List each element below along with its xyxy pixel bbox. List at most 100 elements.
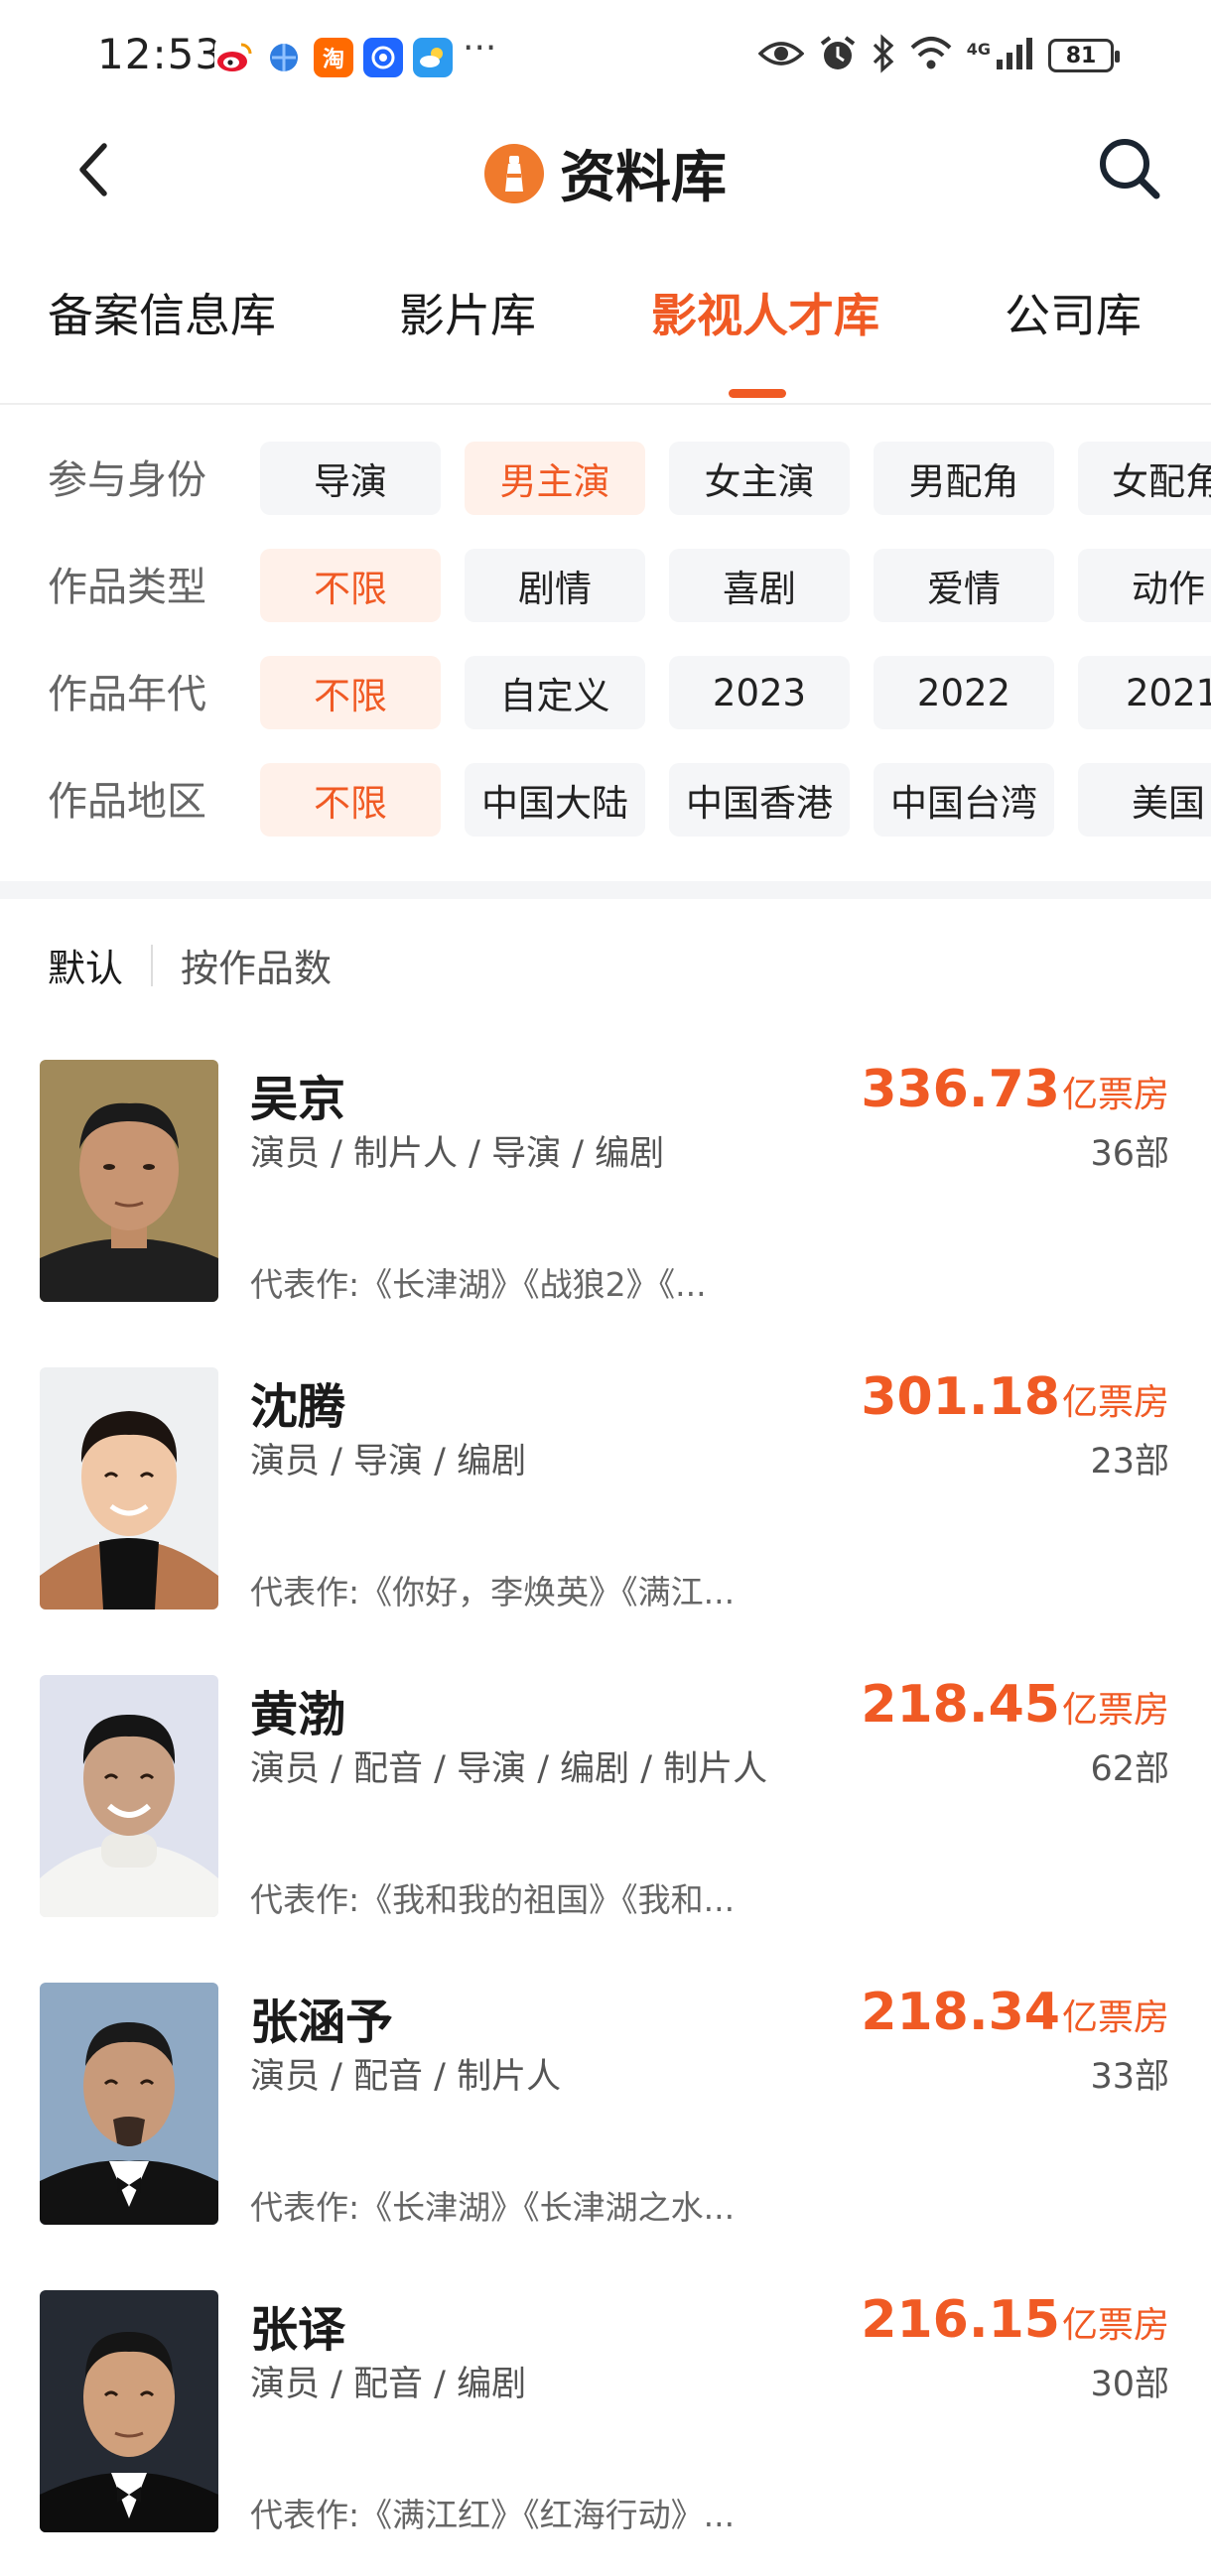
filter-chip-taiwan[interactable]: 中国台湾 <box>874 763 1054 837</box>
box-office-value: 218.45 <box>861 1675 1060 1735</box>
filter-row-era: 作品年代 不限 自定义 2023 2022 2021 <box>0 656 1211 729</box>
filter-chip-male-support[interactable]: 男配角 <box>874 442 1054 515</box>
person-name: 吴京 <box>250 1072 346 1127</box>
search-button[interactable] <box>1090 129 1169 208</box>
box-office-unit: 亿票房 <box>1061 1690 1169 1731</box>
person-roles: 演员 / 配音 / 编剧 <box>250 2365 527 2404</box>
avatar <box>40 2290 218 2532</box>
box-office-unit: 亿票房 <box>1061 1382 1169 1423</box>
box-office: 218.45 亿票房 <box>861 1675 1169 1735</box>
filter-chip-male-lead[interactable]: 男主演 <box>465 442 645 515</box>
lighthouse-logo-icon <box>484 143 544 203</box>
network-type: 4G <box>966 39 991 59</box>
page-title-group: 资料库 <box>0 133 1211 213</box>
person-roles: 演员 / 制片人 / 导演 / 编剧 <box>250 1134 665 1174</box>
avatar <box>40 1367 218 1610</box>
person-representative-works: 代表作:《长津湖》《长津湖之水... <box>250 2188 736 2227</box>
filter-chip-region-any[interactable]: 不限 <box>260 763 441 837</box>
sort-divider <box>151 944 154 986</box>
filter-chip-female-lead[interactable]: 女主演 <box>669 442 850 515</box>
person-representative-works: 代表作:《我和我的祖国》《我和... <box>250 1880 736 1919</box>
filter-chip-comedy[interactable]: 喜剧 <box>669 549 850 622</box>
filter-chip-era-any[interactable]: 不限 <box>260 656 441 729</box>
filter-chip-director[interactable]: 导演 <box>260 442 441 515</box>
status-bar: 12:53 淘 ··· 4G 81 <box>0 0 1211 109</box>
blue-app-icon <box>363 38 403 77</box>
filter-chip-romance[interactable]: 爱情 <box>874 549 1054 622</box>
person-name: 黄渤 <box>250 1687 346 1742</box>
avatar <box>40 1060 218 1302</box>
box-office-unit: 亿票房 <box>1061 1997 1169 2038</box>
filter-chip-genre-any[interactable]: 不限 <box>260 549 441 622</box>
filter-chip-hongkong[interactable]: 中国香港 <box>669 763 850 837</box>
list-item[interactable]: 张涵予 演员 / 配音 / 制片人 代表作:《长津湖》《长津湖之水... 218… <box>0 1983 1211 2227</box>
eye-icon <box>757 38 805 73</box>
page-title: 资料库 <box>560 146 727 210</box>
filter-chip-2022[interactable]: 2022 <box>874 656 1054 729</box>
more-notifications-icon: ··· <box>463 28 497 68</box>
filter-row-role: 参与身份 导演 男主演 女主演 男配角 女配角 <box>0 442 1211 515</box>
alarm-icon <box>818 34 858 77</box>
avatar <box>40 1983 218 2225</box>
bluetooth-icon <box>872 34 895 77</box>
list-item[interactable]: 吴京 演员 / 制片人 / 导演 / 编剧 代表作:《长津湖》《战狼2》《...… <box>0 1060 1211 1304</box>
filter-chip-drama[interactable]: 剧情 <box>465 549 645 622</box>
filter-chip-mainland[interactable]: 中国大陆 <box>465 763 645 837</box>
weather-app-icon <box>413 38 453 77</box>
filter-chip-custom[interactable]: 自定义 <box>465 656 645 729</box>
weibo-app-icon <box>214 38 254 77</box>
person-roles: 演员 / 导演 / 编剧 <box>250 1442 527 1481</box>
box-office-unit: 亿票房 <box>1061 1075 1169 1115</box>
person-representative-works: 代表作:《长津湖》《战狼2》《... <box>250 1265 707 1304</box>
box-office-value: 336.73 <box>861 1060 1060 1119</box>
works-count: 30部 <box>1090 2365 1169 2404</box>
person-roles: 演员 / 配音 / 导演 / 编剧 / 制片人 <box>250 1749 768 1789</box>
list-item[interactable]: 沈腾 演员 / 导演 / 编剧 代表作:《你好，李焕英》《满江... 301.1… <box>0 1367 1211 1611</box>
person-name: 张涵予 <box>250 1995 394 2050</box>
tab-filing-info[interactable]: 备案信息库 <box>48 280 276 345</box>
filter-label: 作品年代 <box>48 672 206 717</box>
person-roles: 演员 / 配音 / 制片人 <box>250 2057 562 2097</box>
box-office-value: 218.34 <box>861 1983 1060 2042</box>
tab-talent[interactable]: 影视人才库 <box>651 280 879 345</box>
filter-chip-2023[interactable]: 2023 <box>669 656 850 729</box>
browser-app-icon <box>264 38 304 77</box>
taobao-app-icon: 淘 <box>314 38 353 77</box>
search-icon <box>1100 139 1160 199</box>
works-count: 23部 <box>1090 1442 1169 1481</box>
list-item[interactable]: 张译 演员 / 配音 / 编剧 代表作:《满江红》《红海行动》... 216.1… <box>0 2290 1211 2534</box>
sort-by-works[interactable]: 按作品数 <box>181 938 332 992</box>
wifi-icon <box>909 36 953 75</box>
signal-icon <box>995 36 1034 75</box>
filter-chip-action[interactable]: 动作 <box>1078 549 1211 622</box>
box-office: 216.15 亿票房 <box>861 2290 1169 2350</box>
filter-label: 作品类型 <box>48 565 206 610</box>
filter-label: 作品地区 <box>48 779 206 825</box>
works-count: 33部 <box>1090 2057 1169 2097</box>
box-office: 218.34 亿票房 <box>861 1983 1169 2042</box>
person-name: 张译 <box>250 2302 346 2358</box>
filter-label: 参与身份 <box>48 457 206 503</box>
filter-chip-2021[interactable]: 2021 <box>1078 656 1211 729</box>
sort-default[interactable]: 默认 <box>48 938 123 992</box>
box-office: 336.73 亿票房 <box>861 1060 1169 1119</box>
battery-indicator: 81 <box>1048 39 1120 72</box>
box-office-value: 216.15 <box>861 2290 1060 2350</box>
person-representative-works: 代表作:《你好，李焕英》《满江... <box>250 1573 736 1611</box>
nav-header: 资料库 <box>0 109 1211 228</box>
box-office-unit: 亿票房 <box>1061 2305 1169 2346</box>
active-tab-indicator <box>729 389 786 398</box>
status-time: 12:53 <box>97 30 223 78</box>
avatar <box>40 1675 218 1917</box>
sort-bar: 默认 按作品数 <box>48 938 332 992</box>
status-app-icons: 淘 <box>214 38 453 77</box>
tab-films[interactable]: 影片库 <box>399 280 536 345</box>
category-tabs: 备案信息库 影片库 影视人才库 公司库 <box>0 266 1211 405</box>
box-office: 301.18 亿票房 <box>861 1367 1169 1427</box>
person-name: 沈腾 <box>250 1379 346 1435</box>
works-count: 36部 <box>1090 1134 1169 1174</box>
tab-companies[interactable]: 公司库 <box>1005 280 1142 345</box>
filter-chip-female-support[interactable]: 女配角 <box>1078 442 1211 515</box>
filter-chip-usa[interactable]: 美国 <box>1078 763 1211 837</box>
list-item[interactable]: 黄渤 演员 / 配音 / 导演 / 编剧 / 制片人 代表作:《我和我的祖国》《… <box>0 1675 1211 1919</box>
